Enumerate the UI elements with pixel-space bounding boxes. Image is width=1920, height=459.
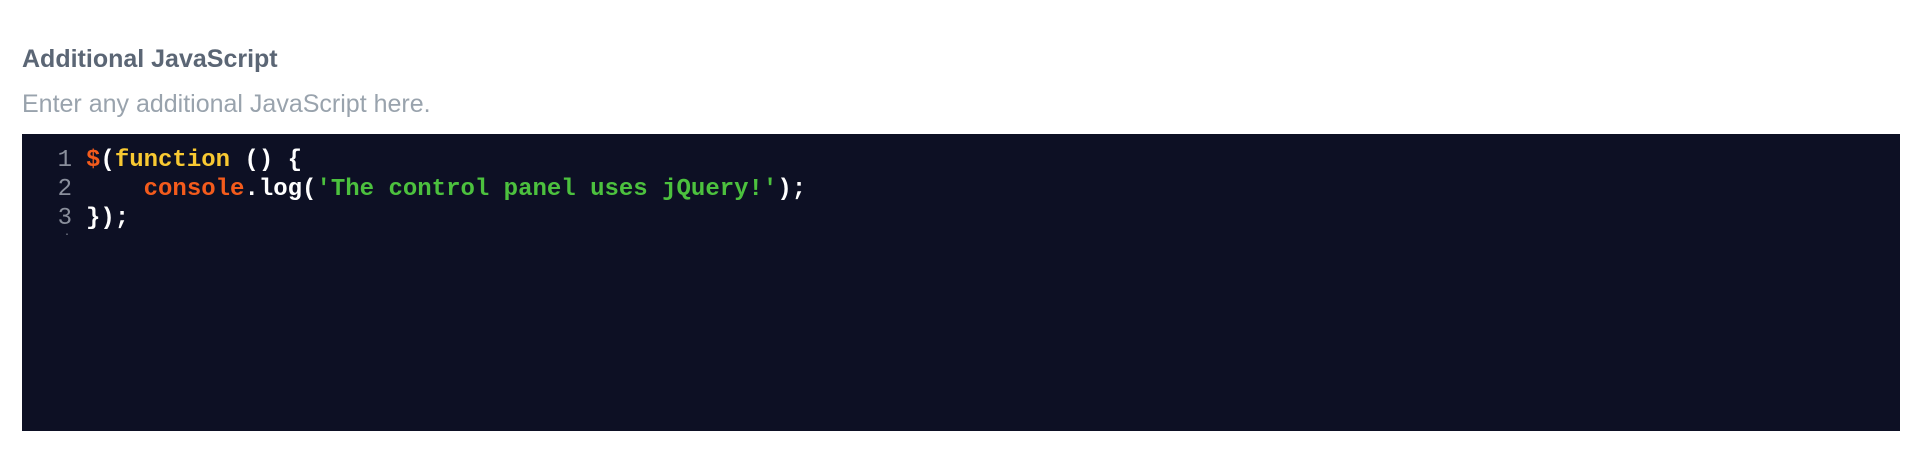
console-token: console — [143, 176, 245, 203]
punctuation-token: () { — [230, 147, 303, 174]
line-number-gutter: 1 2 3 · — [22, 146, 72, 241]
field-instructions: Enter any additional JavaScript here. — [22, 90, 431, 118]
additional-javascript-field: Additional JavaScript Enter any addition… — [22, 0, 1900, 459]
line-number: 2 — [57, 176, 72, 203]
string-token: 'The control panel uses jQuery!' — [316, 176, 778, 203]
line-number: 1 — [57, 147, 72, 174]
code-content[interactable]: $(function () { console.log('The control… — [86, 146, 1890, 233]
field-title: Additional JavaScript — [22, 45, 278, 73]
indent-token — [86, 176, 144, 203]
code-line[interactable]: $(function () { — [86, 146, 1890, 175]
punctuation-token: }); — [86, 205, 130, 232]
jquery-token: $ — [86, 147, 101, 174]
method-token: .log( — [244, 176, 317, 203]
line-number: 3 — [57, 205, 72, 232]
punctuation-token: ); — [777, 176, 807, 203]
punctuation-token: ( — [100, 147, 115, 174]
code-line[interactable]: console.log('The control panel uses jQue… — [86, 175, 1890, 204]
keyword-token: function — [114, 147, 231, 174]
gutter-overflow-indicator: · — [63, 230, 70, 241]
code-line[interactable]: }); — [86, 204, 1890, 233]
javascript-code-editor[interactable]: 1 2 3 · $(function () { console.log('The… — [22, 134, 1900, 431]
